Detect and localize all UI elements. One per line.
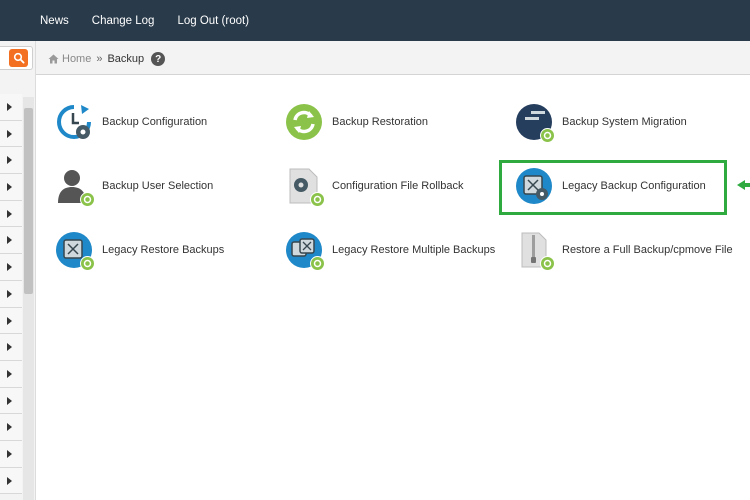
tile-label: Restore a Full Backup/cpmove File xyxy=(562,244,733,256)
expand-arrow-icon xyxy=(7,316,12,325)
restore-full-backup-icon xyxy=(515,231,555,271)
sidebar-row[interactable] xyxy=(0,200,22,228)
expand-arrow-icon xyxy=(7,289,12,298)
tile-configuration-file-rollback[interactable]: Configuration File Rollback xyxy=(285,167,464,207)
expand-arrow-icon xyxy=(7,369,12,378)
tile-restore-full-backup[interactable]: Restore a Full Backup/cpmove File xyxy=(515,231,733,271)
green-refresh-badge xyxy=(80,192,95,207)
tile-backup-restoration[interactable]: Backup Restoration xyxy=(285,103,428,141)
tile-backup-system-migration[interactable]: Backup System Migration xyxy=(515,103,687,143)
tile-legacy-restore-multiple-backups[interactable]: Legacy Restore Multiple Backups xyxy=(285,231,496,271)
backup-restoration-icon xyxy=(285,103,323,141)
expand-arrow-icon xyxy=(7,396,12,405)
green-refresh-badge xyxy=(540,128,555,143)
logout-link[interactable]: Log Out (root) xyxy=(177,15,249,27)
sidebar-row[interactable] xyxy=(0,254,22,281)
sidebar-row[interactable] xyxy=(0,120,22,148)
breadcrumb-home-link[interactable]: Home xyxy=(62,53,91,65)
legacy-restore-backups-icon xyxy=(55,231,95,271)
sidebar-row[interactable] xyxy=(0,174,22,201)
tile-legacy-restore-backups[interactable]: Legacy Restore Backups xyxy=(55,231,225,271)
expand-arrow-icon xyxy=(7,156,12,165)
legacy-restore-multiple-backups-icon xyxy=(285,231,325,271)
search-icon xyxy=(13,52,25,64)
sidebar-row[interactable] xyxy=(0,334,22,361)
tile-backup-configuration[interactable]: Backup Configuration xyxy=(55,103,207,141)
green-refresh-badge xyxy=(540,256,555,271)
expand-arrow-icon xyxy=(7,183,12,192)
expand-arrow-icon xyxy=(7,343,12,352)
tile-label: Backup Restoration xyxy=(332,116,428,128)
tile-backup-user-selection[interactable]: Backup User Selection xyxy=(55,167,214,207)
sidebar-scrollbar-thumb[interactable] xyxy=(24,108,33,294)
tile-label: Legacy Restore Backups xyxy=(102,244,225,256)
backup-system-migration-icon xyxy=(515,103,555,143)
expand-arrow-icon xyxy=(7,423,12,432)
tile-label: Legacy Restore Multiple Backups xyxy=(332,244,496,256)
tile-label: Configuration File Rollback xyxy=(332,180,464,192)
change-log-link[interactable]: Change Log xyxy=(92,15,155,27)
expand-arrow-icon xyxy=(7,103,12,111)
sidebar-row[interactable] xyxy=(0,387,22,415)
expand-arrow-icon xyxy=(7,209,12,218)
highlight-box xyxy=(499,160,727,215)
sidebar-row[interactable] xyxy=(0,414,22,441)
sidebar-row[interactable] xyxy=(0,307,22,335)
configuration-file-rollback-icon xyxy=(285,167,325,207)
sidebar-row[interactable] xyxy=(0,147,22,175)
tile-label: Backup Configuration xyxy=(102,116,208,128)
sidebar-row[interactable] xyxy=(0,467,22,495)
green-refresh-badge xyxy=(80,256,95,271)
sidebar-row[interactable] xyxy=(0,94,22,121)
help-icon[interactable]: ? xyxy=(151,52,166,66)
sidebar-row[interactable] xyxy=(0,360,22,388)
green-refresh-badge xyxy=(310,192,325,207)
tile-label: Backup User Selection xyxy=(102,180,214,192)
search-button[interactable] xyxy=(9,49,28,67)
breadcrumb-separator: » xyxy=(96,53,103,65)
expand-arrow-icon xyxy=(7,236,12,245)
sidebar-row[interactable] xyxy=(0,227,22,255)
expand-arrow-icon xyxy=(7,449,12,458)
expand-arrow-icon xyxy=(7,263,12,272)
backup-user-selection-icon xyxy=(55,167,95,207)
backup-configuration-icon xyxy=(55,103,93,141)
news-link[interactable]: News xyxy=(40,15,69,27)
breadcrumb-current: Backup xyxy=(107,53,145,65)
expand-arrow-icon xyxy=(7,476,12,485)
green-refresh-badge xyxy=(310,256,325,271)
home-icon xyxy=(48,54,59,64)
sidebar-row[interactable] xyxy=(0,280,22,308)
top-nav: News Change Log Log Out (root) xyxy=(40,0,272,41)
expand-arrow-icon xyxy=(7,129,12,138)
sidebar-collapsed-list xyxy=(0,94,22,495)
tile-label: Backup System Migration xyxy=(562,116,687,128)
sidebar-row[interactable] xyxy=(0,440,22,468)
breadcrumb: Home » Backup ? xyxy=(48,52,166,66)
arrow-pointer-icon xyxy=(737,180,750,190)
